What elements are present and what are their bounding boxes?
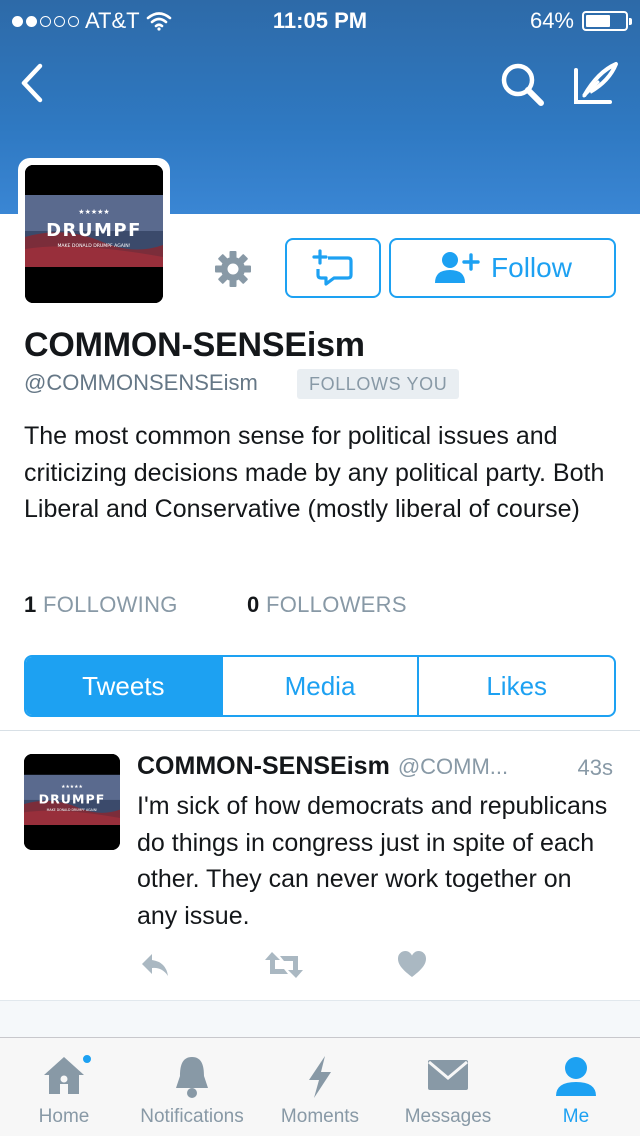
following-count: 1 <box>24 592 37 617</box>
tweet-actions <box>0 948 640 984</box>
tabbar-notifications[interactable]: Notifications <box>126 1038 258 1136</box>
battery-status: 64% <box>529 8 632 34</box>
svg-text:MAKE DONALD DRUMPF AGAIN!: MAKE DONALD DRUMPF AGAIN! <box>57 243 130 249</box>
avatar: ★★★★★ DRUMPF MAKE DONALD DRUMPF AGAIN! <box>25 165 163 303</box>
envelope-icon <box>426 1054 470 1100</box>
tweet-header: COMMON-SENSEism @COMM... 43s <box>137 752 617 781</box>
following-stat[interactable]: 1 FOLLOWING <box>24 592 178 618</box>
notification-dot <box>81 1053 93 1065</box>
follow-button[interactable]: Follow <box>389 238 616 298</box>
tab-media[interactable]: Media <box>220 657 418 715</box>
battery-icon <box>582 11 632 31</box>
home-icon <box>40 1053 93 1104</box>
reply-button[interactable] <box>138 948 172 984</box>
tabbar-label: Home <box>38 1106 90 1127</box>
svg-text:★★★★★: ★★★★★ <box>61 784 83 790</box>
followers-count: 0 <box>247 592 260 617</box>
like-button[interactable] <box>396 948 428 984</box>
like-icon <box>398 951 426 977</box>
followers-stat[interactable]: 0 FOLLOWERS <box>247 592 407 618</box>
tweet-text[interactable]: I'm sick of how democrats and republican… <box>137 788 617 934</box>
search-icon <box>501 63 544 106</box>
gear-icon <box>215 251 251 287</box>
settings-button[interactable] <box>208 246 258 292</box>
tab-likes[interactable]: Likes <box>417 657 614 715</box>
profile-name: COMMON-SENSEism <box>24 326 365 364</box>
bell-icon <box>172 1054 212 1106</box>
follows-you-badge: FOLLOWS YOU <box>297 369 460 399</box>
search-button[interactable] <box>498 60 546 108</box>
svg-text:★★★★★: ★★★★★ <box>78 208 109 216</box>
retweet-button[interactable] <box>264 948 304 984</box>
add-user-icon <box>435 252 480 283</box>
battery-percent: 64% <box>529 8 574 33</box>
reply-icon <box>142 954 168 976</box>
tabbar-me[interactable]: Me <box>518 1038 634 1136</box>
divider <box>0 730 640 731</box>
tabbar-home[interactable]: Home <box>6 1038 122 1136</box>
timeline-gap <box>0 1000 640 1038</box>
follow-label: Follow <box>491 252 572 283</box>
tabbar-label: Notifications <box>140 1106 244 1127</box>
retweet-icon <box>265 952 303 978</box>
profile-avatar-frame[interactable]: ★★★★★ DRUMPF MAKE DONALD DRUMPF AGAIN! <box>18 158 170 310</box>
svg-text:MAKE DONALD DRUMPF AGAIN!: MAKE DONALD DRUMPF AGAIN! <box>47 808 98 812</box>
profile-tabs: Tweets Media Likes <box>24 655 616 717</box>
drumpf-logo-image: ★★★★★ DRUMPF MAKE DONALD DRUMPF AGAIN! <box>24 754 120 850</box>
compose-button[interactable] <box>570 60 620 108</box>
person-icon <box>554 1054 598 1106</box>
chevron-left-icon <box>21 63 43 103</box>
direct-message-icon <box>312 249 353 286</box>
profile-handle: @COMMONSENSEism <box>24 370 258 395</box>
lightning-icon <box>305 1054 335 1106</box>
tabbar-label: Messages <box>404 1106 492 1127</box>
compose-icon <box>574 62 618 104</box>
followers-label: FOLLOWERS <box>265 592 407 617</box>
tab-tweets[interactable]: Tweets <box>26 657 221 715</box>
tabbar-messages[interactable]: Messages <box>386 1038 510 1136</box>
tweet-author-name[interactable]: COMMON-SENSEism <box>137 752 390 780</box>
svg-text:DRUMPF: DRUMPF <box>39 791 106 806</box>
tweet-avatar[interactable]: ★★★★★ DRUMPF MAKE DONALD DRUMPF AGAIN! <box>24 754 120 850</box>
status-bar: AT&T 11:05 PM 64% <box>0 0 640 40</box>
bottom-tab-bar: Home Notifications Moments Messages Me <box>0 1037 640 1136</box>
tweet-timestamp: 43s <box>577 755 613 780</box>
drumpf-logo-image: ★★★★★ DRUMPF MAKE DONALD DRUMPF AGAIN! <box>25 165 163 303</box>
direct-message-button[interactable] <box>285 238 381 298</box>
tweet-author-handle[interactable]: @COMM... <box>398 754 508 779</box>
following-label: FOLLOWING <box>42 592 178 617</box>
tabbar-moments[interactable]: Moments <box>262 1038 378 1136</box>
back-button[interactable] <box>14 60 54 106</box>
svg-text:DRUMPF: DRUMPF <box>46 220 142 241</box>
tabbar-label: Me <box>562 1106 590 1127</box>
profile-bio: The most common sense for political issu… <box>24 422 605 523</box>
tabbar-label: Moments <box>280 1106 360 1127</box>
